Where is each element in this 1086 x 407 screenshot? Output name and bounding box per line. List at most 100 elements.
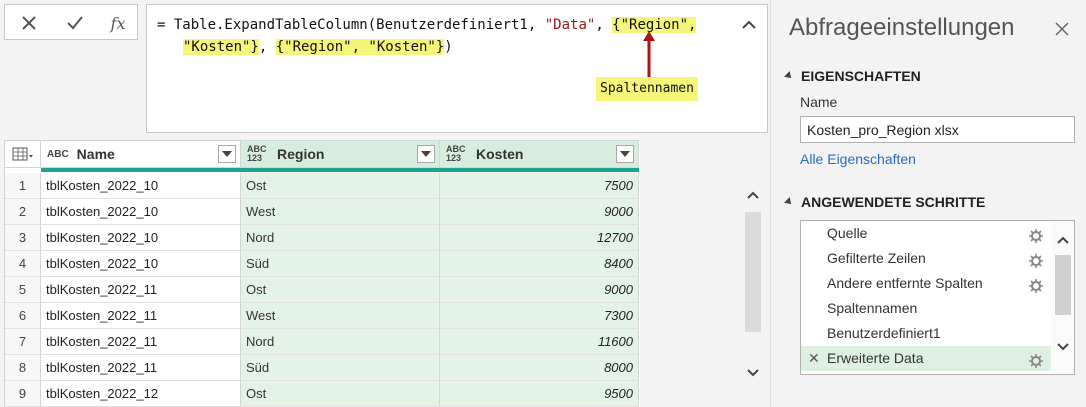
row-number[interactable]: 3 xyxy=(5,225,41,251)
text-type-icon: ABC xyxy=(47,148,69,160)
table-row[interactable]: 5 tblKosten_2022_11 Ost 9000 xyxy=(5,277,640,303)
scroll-thumb[interactable] xyxy=(745,212,761,332)
highlight-new-names: {"Region", "Kosten"} xyxy=(275,39,445,55)
applied-steps-list: Quelle Gefilterte Zeilen Andere entfernte … xyxy=(800,220,1075,375)
filter-dropdown-icon[interactable] xyxy=(218,145,236,163)
any-type-icon: ABC 123 xyxy=(247,144,267,163)
applied-step[interactable]: Gefilterte Zeilen xyxy=(801,246,1051,271)
applied-step-label: Benutzerdefiniert1 xyxy=(827,325,941,341)
formula-controls: fx xyxy=(4,4,138,40)
cell-region[interactable]: Ost xyxy=(241,277,440,303)
cell-kosten[interactable]: 9000 xyxy=(440,199,639,225)
cell-kosten[interactable]: 12700 xyxy=(440,225,639,251)
table-row[interactable]: 8 tblKosten_2022_11 Süd 8000 xyxy=(5,355,640,381)
gear-icon[interactable] xyxy=(1029,251,1043,268)
cell-name[interactable]: tblKosten_2022_11 xyxy=(41,303,241,329)
delete-step-icon[interactable]: ✕ xyxy=(808,346,820,371)
applied-step-label: Erweiterte Data xyxy=(827,350,924,366)
applied-step[interactable]: Benutzerdefiniert1 xyxy=(801,321,1051,346)
column-header-region[interactable]: ABC 123 Region xyxy=(241,141,440,168)
cell-kosten[interactable]: 9000 xyxy=(440,277,639,303)
filter-dropdown-icon[interactable] xyxy=(616,145,634,163)
cell-kosten[interactable]: 9500 xyxy=(440,381,639,407)
applied-step[interactable]: Quelle xyxy=(801,221,1051,246)
applied-step[interactable]: Spaltennamen xyxy=(801,296,1051,321)
cell-kosten[interactable]: 7500 xyxy=(440,173,639,199)
arrow-up-icon xyxy=(643,31,655,77)
cell-region[interactable]: Nord xyxy=(241,225,440,251)
chevron-down-icon[interactable] xyxy=(746,368,760,378)
query-name-input[interactable] xyxy=(800,116,1075,143)
check-icon[interactable] xyxy=(63,11,87,35)
grid-scrollbar[interactable] xyxy=(742,172,764,382)
properties-heading[interactable]: EIGENSCHAFTEN xyxy=(784,68,921,84)
cell-name[interactable]: tblKosten_2022_12 xyxy=(41,381,241,407)
chevron-up-icon[interactable] xyxy=(1056,235,1070,245)
chevron-up-icon[interactable] xyxy=(739,15,759,35)
cell-name[interactable]: tblKosten_2022_10 xyxy=(41,251,241,277)
table-row[interactable]: 3 tblKosten_2022_10 Nord 12700 xyxy=(5,225,640,251)
cell-region[interactable]: Süd xyxy=(241,251,440,277)
x-icon[interactable] xyxy=(17,11,41,35)
cell-kosten[interactable]: 7300 xyxy=(440,303,639,329)
formula-editor[interactable]: = Table.ExpandTableColumn(Benutzerdefini… xyxy=(146,4,768,133)
applied-step[interactable]: Andere entfernte Spalten xyxy=(801,271,1051,296)
cell-name[interactable]: tblKosten_2022_11 xyxy=(41,355,241,381)
row-number[interactable]: 8 xyxy=(5,355,41,381)
callout-label: Spaltennamen xyxy=(596,77,698,101)
collapse-triangle-icon xyxy=(784,71,794,81)
cell-region[interactable]: West xyxy=(241,303,440,329)
row-number[interactable]: 4 xyxy=(5,251,41,277)
cell-name[interactable]: tblKosten_2022_10 xyxy=(41,199,241,225)
cell-region[interactable]: Süd xyxy=(241,355,440,381)
row-number[interactable]: 7 xyxy=(5,329,41,355)
cell-region[interactable]: Ost xyxy=(241,173,440,199)
applied-step-label: Spaltennamen xyxy=(827,300,918,316)
formula-line-1: = Table.ExpandTableColumn(Benutzerdefini… xyxy=(157,17,697,33)
table-row[interactable]: 1 tblKosten_2022_10 Ost 7500 xyxy=(5,173,640,199)
gear-icon[interactable] xyxy=(1029,226,1043,243)
applied-step-label: Quelle xyxy=(827,225,868,241)
cell-kosten[interactable]: 8400 xyxy=(440,251,639,277)
filter-dropdown-icon[interactable] xyxy=(417,145,435,163)
table-row[interactable]: 6 tblKosten_2022_11 West 7300 xyxy=(5,303,640,329)
cell-name[interactable]: tblKosten_2022_10 xyxy=(41,225,241,251)
table-row[interactable]: 4 tblKosten_2022_10 Süd 8400 xyxy=(5,251,640,277)
cell-name[interactable]: tblKosten_2022_11 xyxy=(41,277,241,303)
steps-scrollbar[interactable] xyxy=(1052,221,1074,374)
panel-title: Abfrageeinstellungen xyxy=(789,14,1015,41)
cell-name[interactable]: tblKosten_2022_10 xyxy=(41,173,241,199)
applied-steps-heading[interactable]: ANGEWENDETE SCHRITTE xyxy=(784,194,985,210)
all-properties-link[interactable]: Alle Eigenschaften xyxy=(800,151,916,167)
chevron-down-icon[interactable] xyxy=(1056,342,1070,352)
name-label: Name xyxy=(800,94,838,110)
table-row[interactable]: 7 tblKosten_2022_11 Nord 11600 xyxy=(5,329,640,355)
scroll-thumb[interactable] xyxy=(1055,255,1071,315)
applied-step[interactable]: ✕ Erweiterte Data xyxy=(801,346,1051,371)
cell-region[interactable]: Nord xyxy=(241,329,440,355)
row-number[interactable]: 6 xyxy=(5,303,41,329)
close-icon[interactable] xyxy=(1053,20,1073,40)
cell-region[interactable]: Ost xyxy=(241,381,440,407)
column-header-kosten[interactable]: ABC 123 Kosten xyxy=(440,141,639,168)
cell-kosten[interactable]: 11600 xyxy=(440,329,639,355)
table-row[interactable]: 2 tblKosten_2022_10 West 9000 xyxy=(5,199,640,225)
applied-step-label: Andere entfernte Spalten xyxy=(827,275,983,291)
data-grid: ABC Name ABC 123 Region ABC 123 Kosten 1… xyxy=(4,140,640,407)
gear-icon[interactable] xyxy=(1029,351,1043,368)
query-settings-panel: Abfrageeinstellungen EIGENSCHAFTEN Name … xyxy=(770,0,1086,407)
row-number[interactable]: 1 xyxy=(5,173,41,199)
row-number[interactable]: 9 xyxy=(5,381,41,407)
row-number[interactable]: 5 xyxy=(5,277,41,303)
column-header-name[interactable]: ABC Name xyxy=(41,141,241,168)
cell-kosten[interactable]: 8000 xyxy=(440,355,639,381)
table-row[interactable]: 9 tblKosten_2022_12 Ost 9500 xyxy=(5,381,640,407)
cell-region[interactable]: West xyxy=(241,199,440,225)
fx-button[interactable]: fx xyxy=(105,11,131,35)
cell-name[interactable]: tblKosten_2022_11 xyxy=(41,329,241,355)
applied-step-label: Gefilterte Zeilen xyxy=(827,250,926,266)
chevron-up-icon[interactable] xyxy=(746,190,760,200)
row-number[interactable]: 2 xyxy=(5,199,41,225)
gear-icon[interactable] xyxy=(1029,276,1043,293)
table-menu-icon[interactable] xyxy=(5,141,41,168)
